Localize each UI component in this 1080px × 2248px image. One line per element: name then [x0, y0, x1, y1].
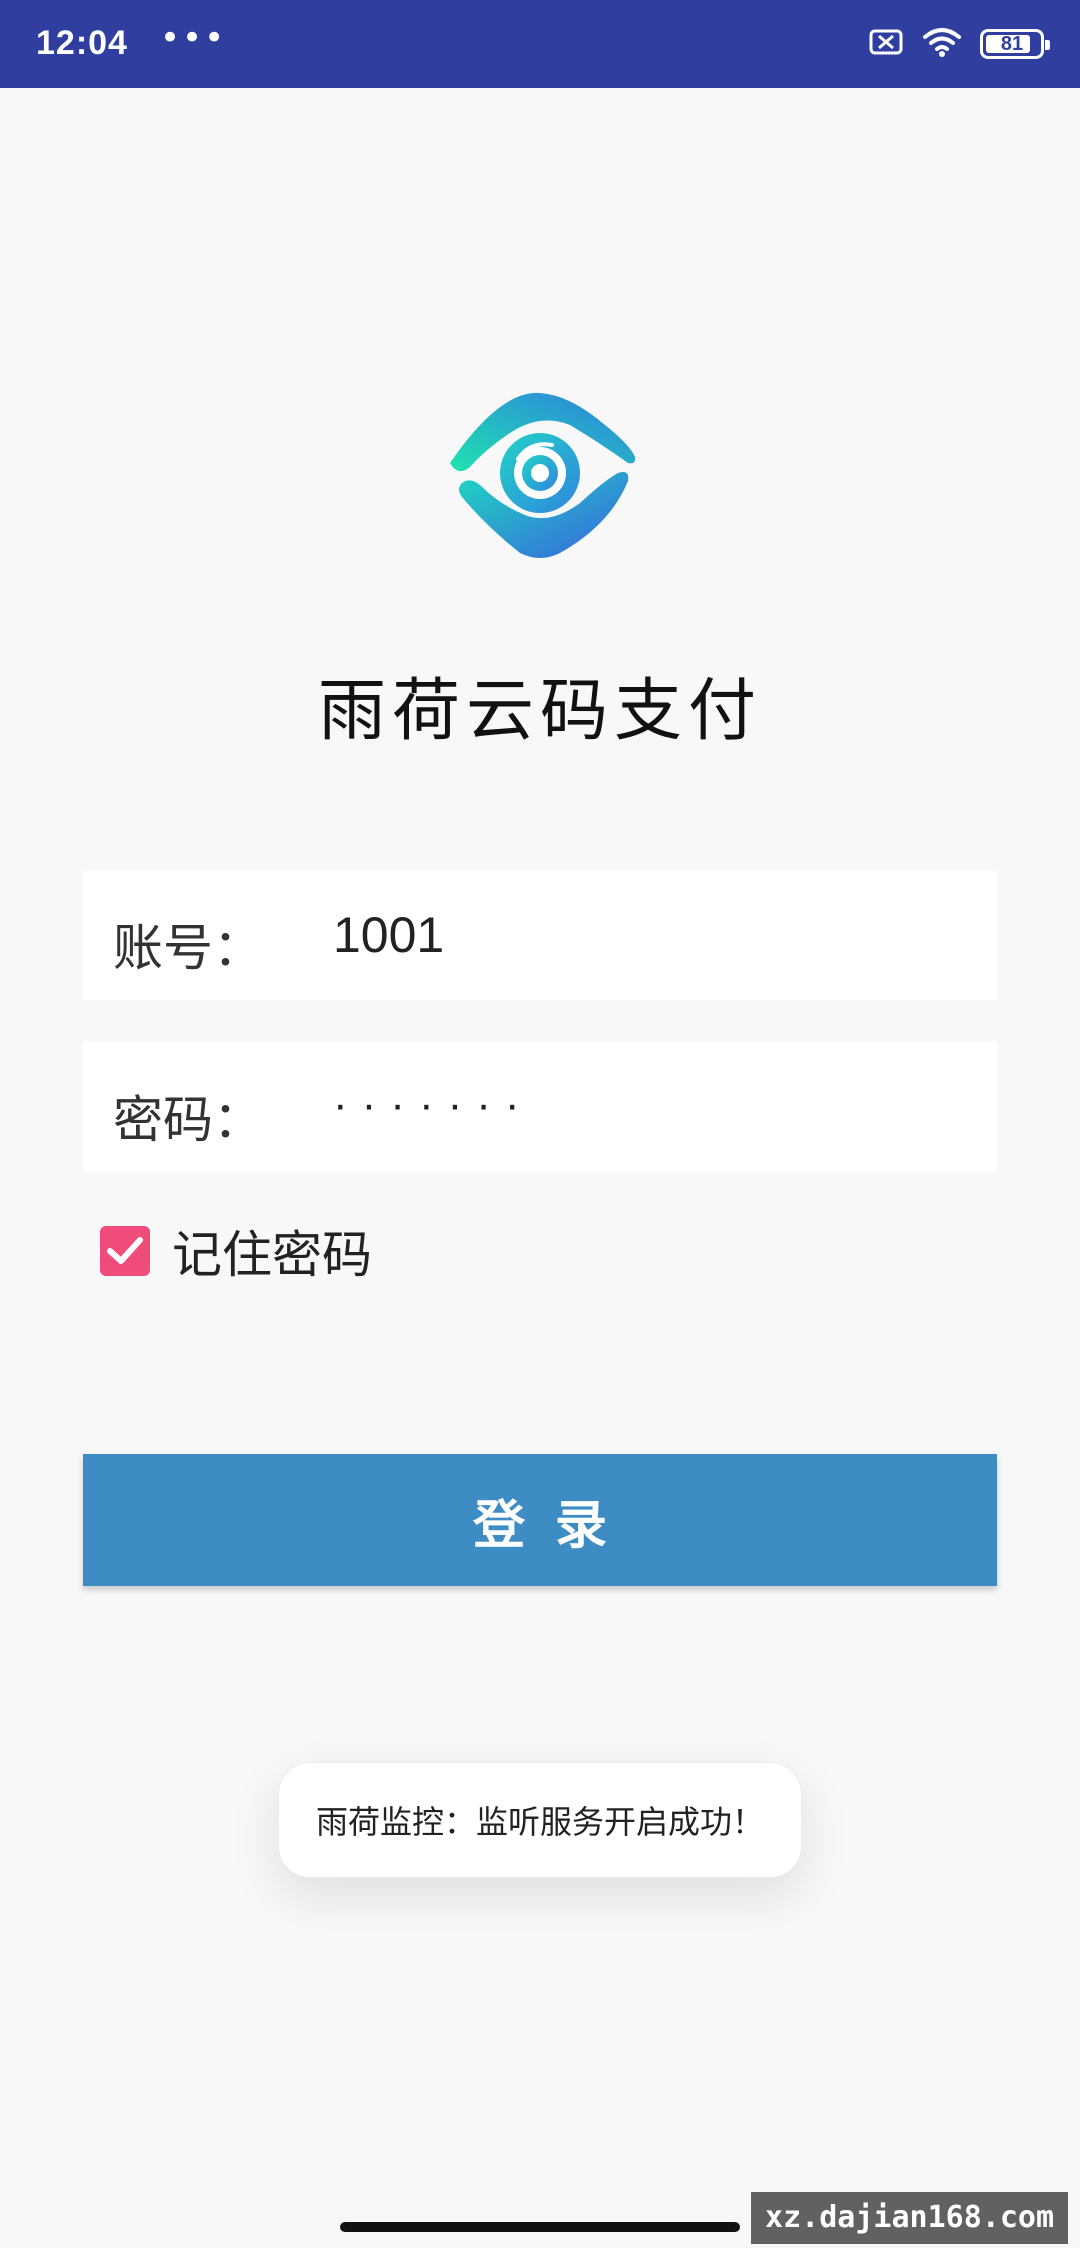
battery-level: 81 — [1000, 32, 1024, 55]
account-label: 账号： — [113, 919, 263, 977]
status-time: 12:04 — [36, 24, 128, 62]
status-icons: 81 — [868, 26, 1050, 62]
eye-logo-icon — [440, 385, 640, 565]
remember-password-label: 记住密码 — [172, 1226, 372, 1284]
app-title: 雨荷云码支付 — [317, 672, 762, 751]
password-input[interactable] — [333, 1062, 953, 1148]
watermark: xz.dajian168.com — [751, 2192, 1068, 2244]
wifi-icon — [922, 26, 962, 62]
login-button[interactable]: 登录 — [83, 1454, 997, 1586]
toast-message: 雨荷监控：监听服务开启成功！ — [278, 1762, 802, 1878]
account-field: 账号： — [83, 870, 997, 1000]
password-label: 密码： — [113, 1091, 263, 1149]
battery-icon: 81 — [980, 29, 1050, 59]
sim-off-icon — [868, 28, 904, 60]
status-bar: 12:04 ••• 81 — [0, 0, 1080, 88]
password-field: 密码： — [83, 1042, 997, 1172]
check-icon — [107, 1237, 143, 1264]
home-indicator[interactable] — [340, 2222, 740, 2232]
account-input[interactable] — [333, 892, 953, 978]
notification-dots: ••• — [160, 18, 227, 58]
remember-password-row[interactable]: 记住密码 — [100, 1215, 372, 1287]
remember-checkbox[interactable] — [100, 1226, 150, 1276]
